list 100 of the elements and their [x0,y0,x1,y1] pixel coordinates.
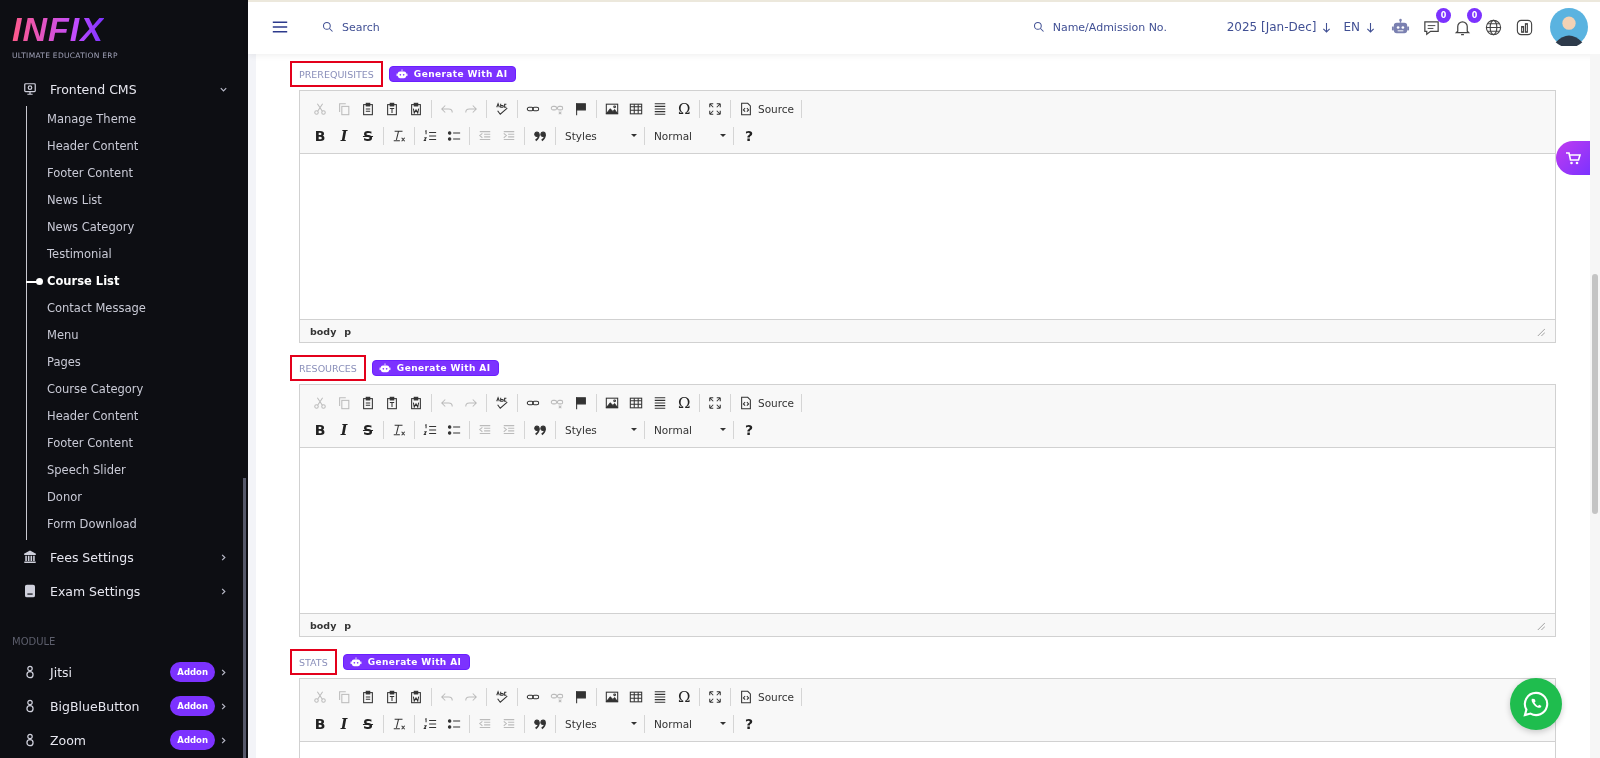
globe-icon[interactable] [1484,17,1503,37]
italic-button[interactable]: I [338,715,350,732]
avatar[interactable] [1550,8,1588,46]
sidebar-submenu-item[interactable]: Manage Theme [27,106,248,133]
sidebar-submenu-item[interactable]: Menu [27,322,248,349]
help-button[interactable]: ? [743,421,755,438]
sidebar-submenu-item[interactable]: News Category [27,214,248,241]
sidebar-menu-item[interactable]: Exam Settings [0,574,248,608]
blockquote-icon[interactable] [533,716,547,731]
sidebar-menu-item[interactable]: BigBlueButton Addon [0,689,248,723]
strikethrough-button[interactable]: S [362,127,374,144]
chart-icon[interactable] [1515,17,1534,37]
sidebar-submenu-item[interactable]: Form Download [27,511,248,538]
strikethrough-button[interactable]: S [362,715,374,732]
scrollbar[interactable] [243,478,246,758]
sidebar-submenu-item[interactable]: Contact Message [27,295,248,322]
numbered-list-icon[interactable] [423,128,437,143]
source-button[interactable]: Source [734,395,795,410]
paste-text-icon[interactable] [385,689,399,704]
italic-button[interactable]: I [338,421,350,438]
flag-icon[interactable] [574,689,588,704]
special-character-button[interactable]: Ω [678,99,690,118]
session-dropdown[interactable]: 2025 [Jan-Dec] [1226,20,1332,34]
sidebar-submenu-item[interactable]: Header Content [27,133,248,160]
element-path-item[interactable]: body [310,325,337,337]
format-dropdown[interactable]: Styles [559,129,641,142]
strikethrough-button[interactable]: S [362,421,374,438]
scrollbar[interactable] [1592,274,1598,514]
paste-icon[interactable] [361,101,375,116]
image-icon[interactable] [605,395,619,410]
sidebar-submenu-item[interactable]: Footer Content [27,160,248,187]
remove-format-icon[interactable] [392,422,406,437]
maximize-icon[interactable] [708,395,722,410]
sidebar-submenu-item[interactable]: Course Category [27,376,248,403]
format-dropdown[interactable]: Normal [648,129,730,142]
paste-text-icon[interactable] [385,101,399,116]
sidebar-submenu-item[interactable]: Speech Slider [27,457,248,484]
bold-button[interactable]: B [314,421,326,438]
remove-format-icon[interactable] [392,128,406,143]
table-icon[interactable] [629,101,643,116]
sidebar-submenu-item[interactable]: Testimonial [27,241,248,268]
horizontal-line-icon[interactable] [653,395,667,410]
paste-icon[interactable] [361,395,375,410]
generate-ai-button[interactable]: Generate With AI [371,360,500,376]
sidebar-menu-item[interactable]: Jitsi Addon [0,655,248,689]
source-button[interactable]: Source [734,101,795,116]
bulleted-list-icon[interactable] [447,422,461,437]
generate-ai-button[interactable]: Generate With AI [342,654,471,670]
bold-button[interactable]: B [314,715,326,732]
help-button[interactable]: ? [743,715,755,732]
sidebar-menu-item[interactable]: Zoom Addon [0,723,248,757]
flag-icon[interactable] [574,101,588,116]
format-dropdown[interactable]: Styles [559,717,641,730]
sidebar-submenu-item[interactable]: Pages [27,349,248,376]
format-dropdown[interactable]: Normal [648,423,730,436]
numbered-list-icon[interactable] [423,422,437,437]
italic-button[interactable]: I [338,127,350,144]
paste-word-icon[interactable] [409,689,423,704]
resize-handle-icon[interactable] [1536,326,1545,336]
cart-button[interactable] [1556,141,1590,175]
language-dropdown[interactable]: EN [1343,20,1375,34]
bulleted-list-icon[interactable] [447,716,461,731]
generate-ai-button[interactable]: Generate With AI [388,66,517,82]
sidebar-submenu-item[interactable]: Course List [27,268,248,295]
flag-icon[interactable] [574,395,588,410]
help-button[interactable]: ? [743,127,755,144]
sidebar-submenu-item[interactable]: Header Content [27,403,248,430]
sidebar-submenu-item[interactable]: News List [27,187,248,214]
spellcheck-icon[interactable] [495,101,509,116]
format-dropdown[interactable]: Normal [648,717,730,730]
remove-format-icon[interactable] [392,716,406,731]
blockquote-icon[interactable] [533,422,547,437]
numbered-list-icon[interactable] [423,716,437,731]
resize-handle-icon[interactable] [1536,620,1545,630]
bold-button[interactable]: B [314,127,326,144]
image-icon[interactable] [605,689,619,704]
special-character-button[interactable]: Ω [678,393,690,412]
search-field[interactable]: Search [342,20,402,34]
element-path-item[interactable]: body [310,619,337,631]
maximize-icon[interactable] [708,689,722,704]
maximize-icon[interactable] [708,101,722,116]
sidebar-submenu-item[interactable]: Footer Content [27,430,248,457]
image-icon[interactable] [605,101,619,116]
element-path-item[interactable]: p [344,325,352,337]
student-search-field[interactable]: Name/Admission No. [1052,20,1193,34]
table-icon[interactable] [629,395,643,410]
sidebar-menu-item[interactable]: Fees Settings [0,540,248,574]
paste-text-icon[interactable] [385,395,399,410]
format-dropdown[interactable]: Styles [559,423,641,436]
horizontal-line-icon[interactable] [653,689,667,704]
horizontal-line-icon[interactable] [653,101,667,116]
spellcheck-icon[interactable] [495,689,509,704]
sidebar-menu-item[interactable]: Frontend CMS [0,72,248,106]
element-path-item[interactable]: p [344,619,352,631]
paste-word-icon[interactable] [409,101,423,116]
table-icon[interactable] [629,689,643,704]
special-character-button[interactable]: Ω [678,687,690,706]
sidebar-submenu-item[interactable]: Donor [27,484,248,511]
menu-icon[interactable] [272,20,288,34]
spellcheck-icon[interactable] [495,395,509,410]
